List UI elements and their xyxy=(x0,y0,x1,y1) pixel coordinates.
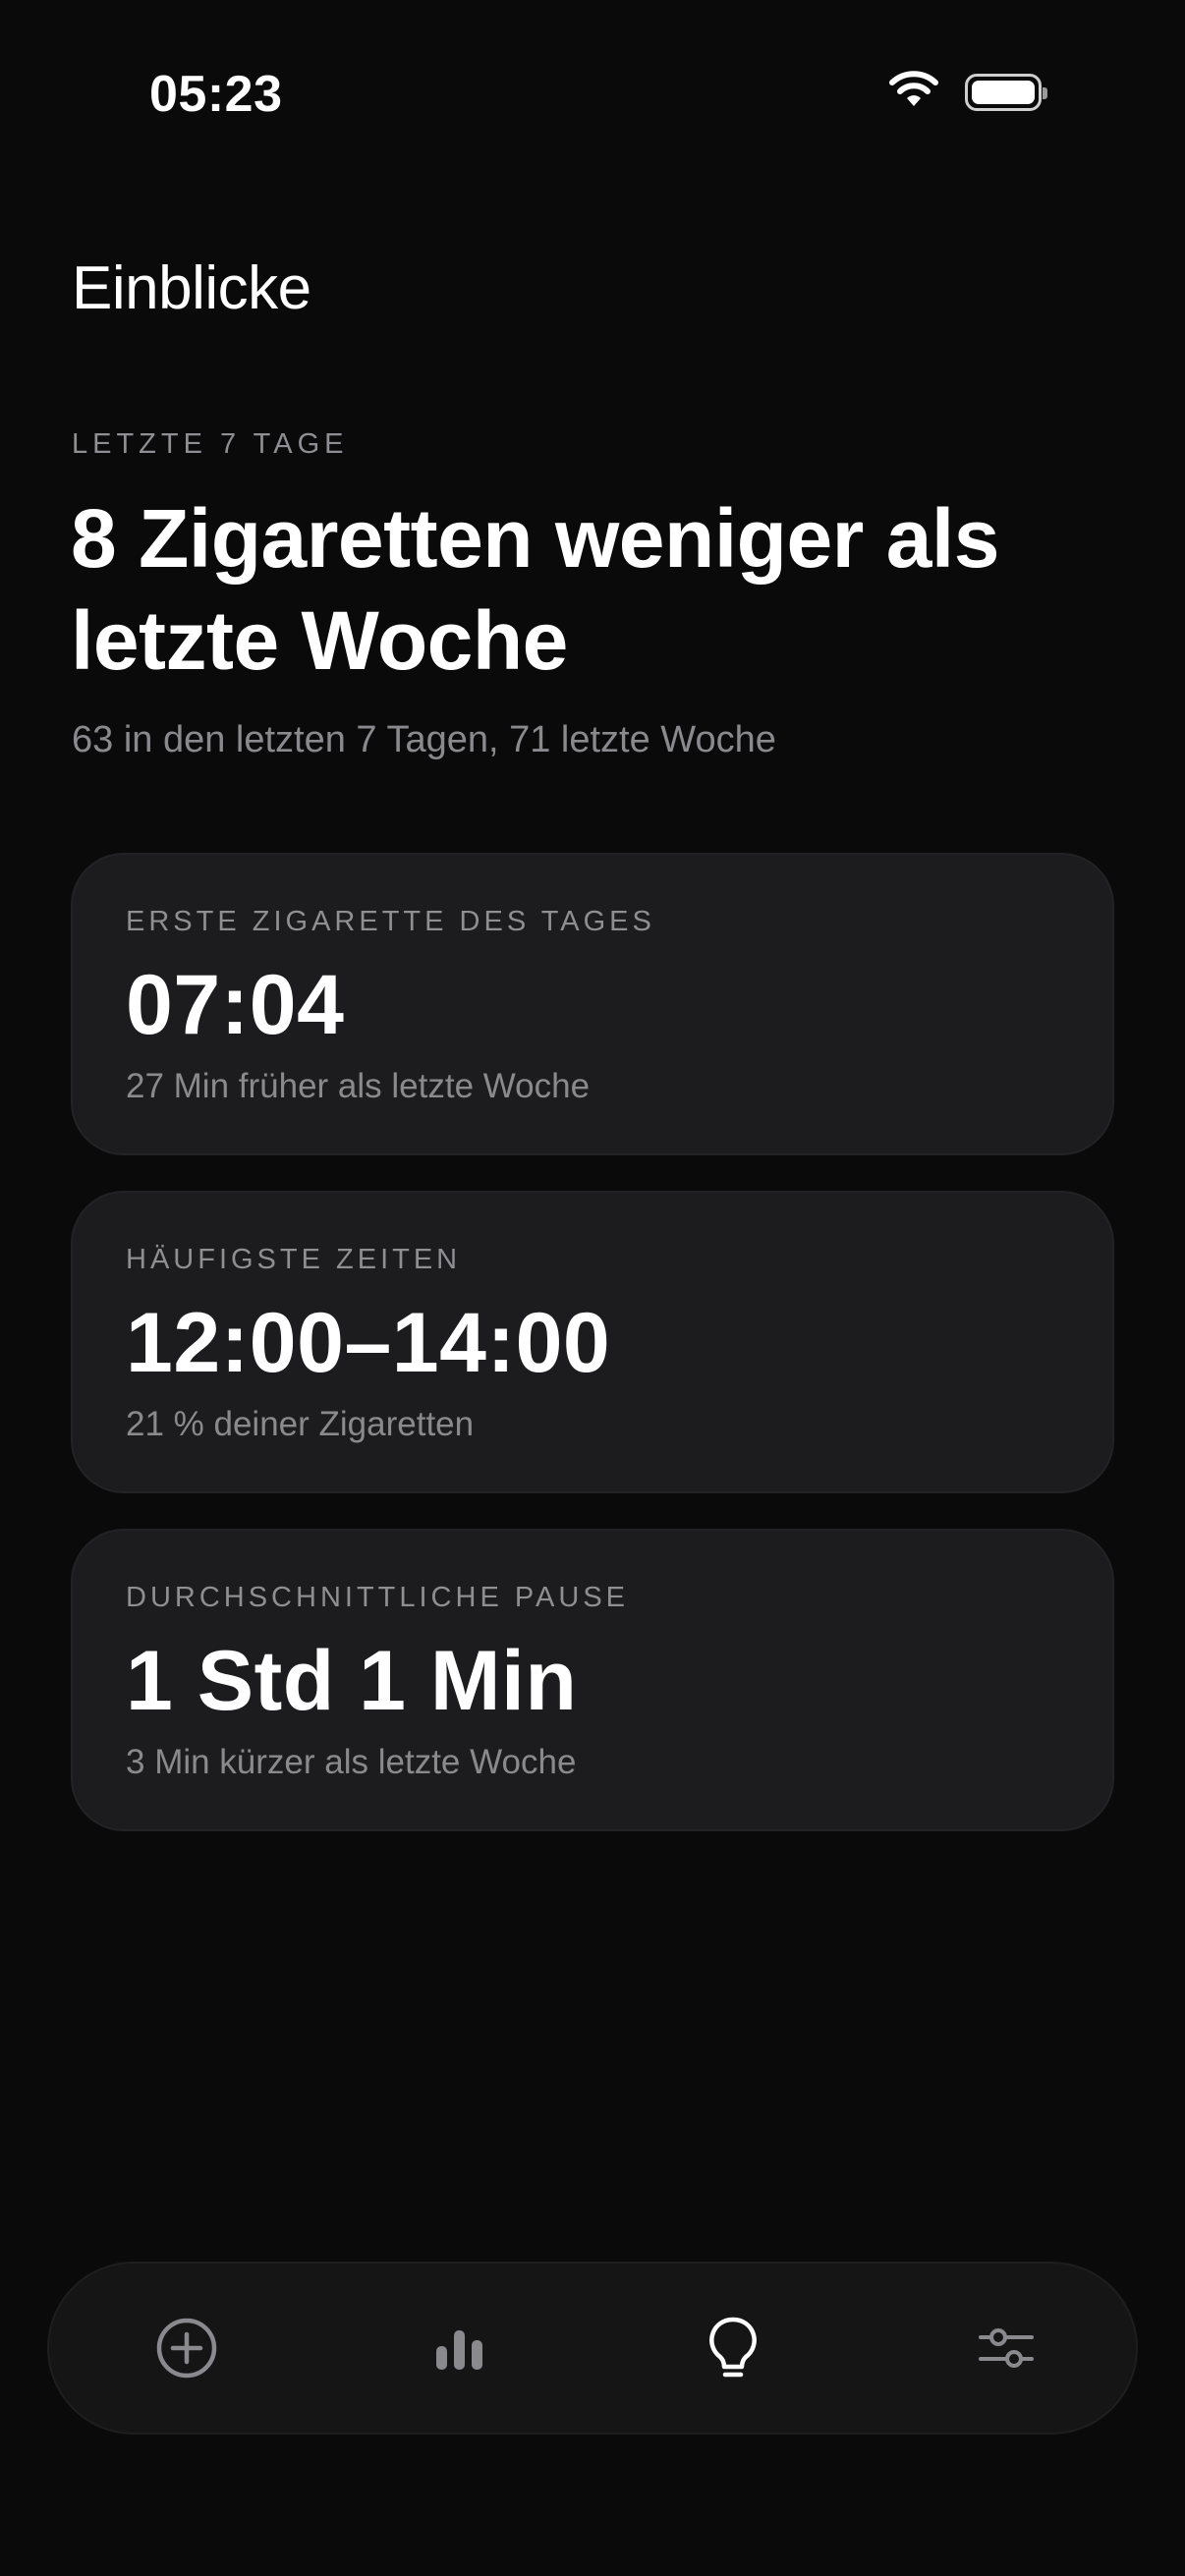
card-note: 21 % deiner Zigaretten xyxy=(126,1405,475,1443)
summary-detail: 63 in den letzten 7 Tagen, 71 letzte Woc… xyxy=(72,719,776,760)
tab-insights[interactable] xyxy=(684,2301,782,2399)
battery-icon xyxy=(965,73,1047,111)
tab-settings[interactable] xyxy=(957,2301,1055,2399)
card-note: 3 Min kürzer als letzte Woche xyxy=(126,1743,577,1781)
card-value: 12:00–14:00 xyxy=(126,1296,611,1390)
tab-add[interactable] xyxy=(138,2301,236,2399)
sliders-icon xyxy=(977,2323,1036,2379)
wifi-icon xyxy=(888,71,939,113)
first-cigarette-card: ERSTE ZIGARETTE DES TAGES 07:04 27 Min f… xyxy=(71,853,1114,1155)
card-label: ERSTE ZIGARETTE DES TAGES xyxy=(126,906,655,937)
plus-circle-icon xyxy=(155,2317,218,2384)
tab-bar xyxy=(47,2262,1138,2435)
card-label: DURCHSCHNITTLICHE PAUSE xyxy=(126,1582,630,1613)
status-icons xyxy=(888,71,1047,113)
period-label: LETZTE 7 TAGE xyxy=(72,428,349,460)
page-title: Einblicke xyxy=(72,254,311,322)
bar-chart-icon xyxy=(432,2324,487,2377)
tab-statistics[interactable] xyxy=(411,2301,509,2399)
card-note: 27 Min früher als letzte Woche xyxy=(126,1067,591,1105)
card-value: 1 Std 1 Min xyxy=(126,1634,578,1728)
peak-times-card: HÄUFIGSTE ZEITEN 12:00–14:00 21 % deiner… xyxy=(71,1191,1114,1493)
summary-headline: 8 Zigaretten weniger als letzte Woche xyxy=(71,492,999,687)
lightbulb-icon xyxy=(707,2316,759,2385)
status-time: 05:23 xyxy=(149,66,283,123)
card-value: 07:04 xyxy=(126,958,345,1052)
card-label: HÄUFIGSTE ZEITEN xyxy=(126,1244,462,1275)
insights-screen: 05:23 Einblicke LETZTE 7 TAGE 8 Zigarett… xyxy=(0,0,1185,2576)
average-break-card: DURCHSCHNITTLICHE PAUSE 1 Std 1 Min 3 Mi… xyxy=(71,1529,1114,1831)
